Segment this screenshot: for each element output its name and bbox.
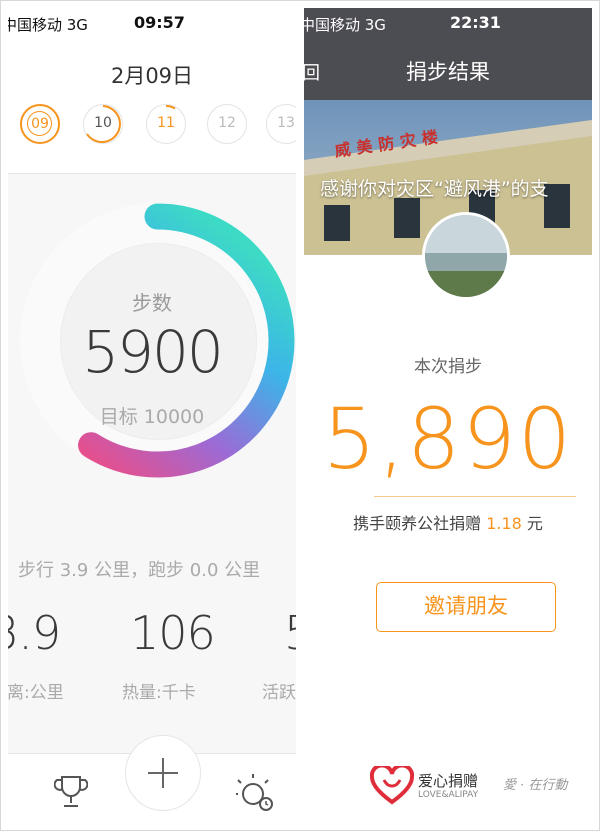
date-header: 2月09日 09 10 11 12 13: [8, 38, 296, 174]
date-title: 2月09日: [110, 64, 194, 88]
day-10-progress-arc: [86, 105, 121, 143]
add-button[interactable]: [125, 735, 201, 811]
status-time: 09:57: [134, 13, 185, 32]
stat-active-value: 5: [284, 606, 296, 660]
donate-label: 本次捐步: [414, 357, 482, 377]
sponsor-line: 携手颐养公社捐赠 1.18 元: [304, 510, 592, 534]
footer-logo: 爱心捐赠 LOVE&ALIPAY 愛 · 在行動: [368, 764, 588, 808]
distance-summary: 步行 3.9 公里，跑步 0.0 公里: [18, 560, 261, 581]
sponsor-amount: 1.18: [486, 514, 522, 533]
stat-active-label: 活跃: [262, 683, 296, 703]
stat-calories-value: 106: [130, 606, 216, 660]
invite-friends-button[interactable]: 邀请朋友: [376, 582, 556, 632]
sponsor-suffix: 元: [521, 514, 543, 533]
logo-name: 爱心捐赠: [418, 772, 479, 790]
stat-calories-label: 热量:千卡: [122, 683, 196, 703]
carrier-label: 中国移动 3G: [8, 16, 88, 34]
status-bar: 中国移动 3G 09:57: [8, 8, 296, 38]
steps-value: 5900: [82, 318, 224, 386]
day-13[interactable]: 13: [266, 104, 296, 144]
status-time: 22:31: [450, 13, 501, 32]
secondary-logo: 愛 · 在行動: [503, 778, 568, 793]
logo-subtitle: LOVE&ALIPAY: [418, 790, 479, 800]
day-09[interactable]: 09: [20, 104, 60, 144]
banner-text: 感谢你对灾区“避风港”的支: [320, 178, 549, 200]
nav-bar: 回 捐步结果: [304, 38, 592, 100]
stat-distance-value: 3.9: [8, 606, 61, 660]
carrier-label: 中国移动 3G: [304, 16, 386, 34]
trophy-icon[interactable]: [54, 774, 88, 810]
avatar-photo: [425, 215, 507, 297]
heart-logo-icon: [370, 766, 414, 805]
right-phone-screen: 中国移动 3G 22:31 回 捐步结果 威美防灾楼 感谢你对灾区“避风港”的支: [304, 8, 592, 823]
divider: [374, 496, 576, 497]
sponsor-prefix: 携手颐养公社捐赠: [353, 514, 487, 533]
goal-text: 目标 10000: [99, 406, 205, 428]
day-11-progress-arc: [165, 105, 176, 110]
status-bar: 中国移动 3G 22:31: [304, 8, 592, 38]
donate-value: 5,890: [322, 390, 574, 488]
stat-distance-label: 距离:公里: [8, 683, 64, 703]
steps-label: 步数: [132, 291, 172, 315]
day-12[interactable]: 12: [207, 104, 247, 144]
avatar: [422, 212, 510, 300]
page-title: 捐步结果: [406, 60, 490, 84]
left-phone-screen: 中国移动 3G 09:57 2月09日 09 10 11 12 13 步数 59…: [8, 8, 296, 823]
sleep-bulb-icon[interactable]: [236, 772, 276, 812]
